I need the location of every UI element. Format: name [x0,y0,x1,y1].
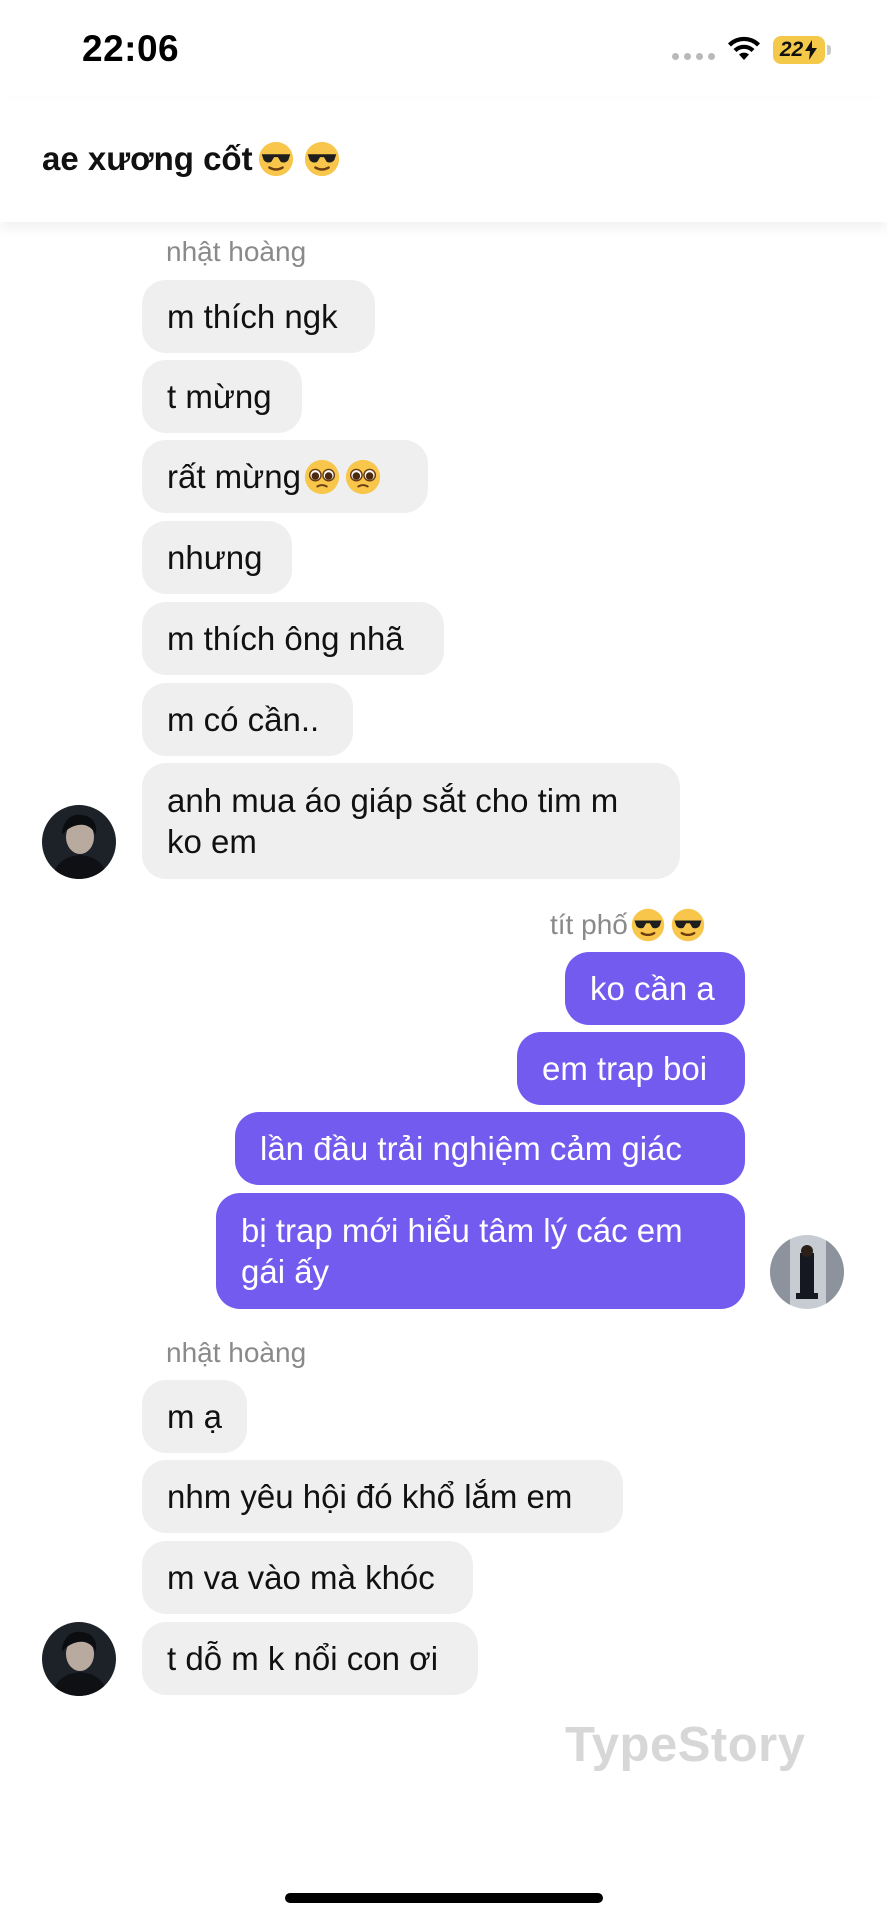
avatar[interactable] [42,1622,116,1696]
message-bubble[interactable]: m thích ông nhã [142,602,444,675]
message-text: lần đầu trải nghiệm cảm giác [260,1130,682,1167]
message-text: rất mừng [167,458,301,495]
message-text: nhưng [167,539,263,576]
sunglasses-emoji-icon [631,908,665,942]
message-bubble[interactable]: anh mua áo giáp sắt cho tim m ko em [142,763,680,879]
sender-name: nhật hoàng [166,1337,307,1368]
status-time: 22:06 [82,28,180,69]
message-bubble[interactable]: m ạ [142,1380,247,1453]
avatar[interactable] [770,1235,844,1309]
message-text: m ạ [167,1398,223,1435]
message-text: m va vào mà khóc [167,1559,435,1596]
message-bubble[interactable]: m va vào mà khóc [142,1541,473,1614]
message-bubble[interactable]: nhưng [142,521,292,594]
message-bubble[interactable]: em trap boi [517,1032,745,1105]
wifi-icon [728,36,760,60]
chat-header: ae xương cốt [0,100,887,222]
message-bubble[interactable]: m thích ngk [142,280,375,353]
sunglasses-emoji-icon [671,908,705,942]
message-text: anh mua áo giáp sắt cho tim m ko em [167,782,619,860]
status-bar: 22:06 22 [0,0,887,100]
sender-name: tít phố [550,907,706,943]
pleading-face-emoji-icon [345,459,381,494]
message-text: ko cần a [590,970,715,1007]
message-text: t mừng [167,378,272,415]
message-text: bị trap mới hiểu tâm lý các em gái ấy [241,1212,683,1290]
message-text: m thích ngk [167,298,338,335]
message-bubble[interactable]: m có cần.. [142,683,353,756]
avatar[interactable] [42,805,116,879]
message-bubble[interactable]: nhm yêu hội đó khổ lắm em [142,1460,623,1533]
message-text: m thích ông nhã [167,620,404,657]
sender-name-text: tít phố [550,909,628,940]
message-bubble[interactable]: rất mừng [142,440,428,513]
message-bubble[interactable]: t mừng [142,360,302,433]
charging-bolt-icon [805,40,818,60]
battery-level: 22 [779,38,804,61]
sunglasses-emoji-icon [258,141,293,177]
pleading-face-emoji-icon [304,459,340,494]
message-text: m có cần.. [167,701,320,738]
sender-name: nhật hoàng [166,236,307,267]
battery-cap [827,45,831,55]
battery-indicator: 22 [773,36,825,64]
chat-title[interactable]: ae xương cốt [42,140,341,178]
message-text: nhm yêu hội đó khổ lắm em [167,1478,573,1515]
message-text: t dỗ m k nổi con ơi [167,1640,439,1677]
cellular-signal-icon [672,53,715,60]
message-bubble[interactable]: t dỗ m k nổi con ơi [142,1622,478,1695]
message-text: em trap boi [542,1050,708,1087]
sunglasses-emoji-icon [304,141,339,177]
message-bubble[interactable]: bị trap mới hiểu tâm lý các em gái ấy [216,1193,745,1309]
message-bubble[interactable]: lần đầu trải nghiệm cảm giác [235,1112,745,1185]
chat-title-text: ae xương cốt [42,140,253,177]
home-indicator[interactable] [285,1893,603,1903]
message-bubble[interactable]: ko cần a [565,952,745,1025]
watermark: TypeStory [565,1718,806,1772]
